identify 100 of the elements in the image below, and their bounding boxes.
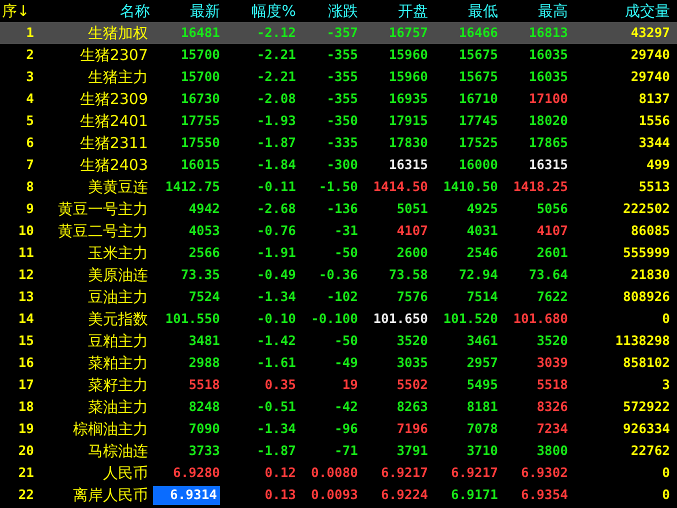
table-cell: 4031 [466,224,498,238]
latest-price: 7524 [188,290,220,304]
table-cell: 72.94 [458,268,498,282]
quote-row[interactable]: 12 美原油连 73.35 -0.49 -0.36 73.58 72.94 73.64 21830 [0,264,677,286]
volume-cell: 3 [662,378,670,392]
latest-price: 8248 [188,400,220,414]
table-cell: 16035 [528,70,568,84]
table-cell: 16035 [528,48,568,62]
instrument-name: 生猪2311 [80,134,149,152]
table-cell: -1.50 [318,180,358,194]
quote-row[interactable]: 1 生猪加权 16481 -2.12 -357 16757 16466 16813 43297 [0,22,677,44]
quote-row[interactable]: 17 菜籽主力 5518 0.35 19 5502 5495 5518 3 [0,374,677,396]
quote-row[interactable]: 20 马棕油连 3733 -1.87 -71 3791 3710 3800 22762 [0,440,677,462]
volume-cell: 0 [662,312,670,326]
quote-row[interactable]: 9 黄豆一号主力 4942 -2.68 -136 5051 4925 5056 222502 [0,198,677,220]
quote-row[interactable]: 19 棕榈油主力 7090 -1.34 -96 7196 7078 7234 926334 [0,418,677,440]
table-cell: 7622 [536,290,568,304]
table-cell: -355 [326,48,358,62]
table-cell: 2546 [466,246,498,260]
table-cell: 8326 [536,400,568,414]
row-number: 5 [26,114,34,128]
quote-row[interactable]: 6 生猪2311 17550 -1.87 -335 17830 17525 17865 3344 [0,132,677,154]
table-cell: -102 [326,290,358,304]
column-header[interactable]: 名称 [120,2,150,20]
table-cell: 101.650 [373,312,428,326]
column-header[interactable]: 幅度% [252,2,296,20]
row-number: 19 [18,422,34,436]
table-cell: 6.9171 [451,488,498,502]
latest-price: 6.9314 [153,486,220,504]
table-cell: 7576 [396,290,428,304]
latest-price: 7090 [188,422,220,436]
instrument-name: 生猪2309 [80,90,149,108]
table-cell: 5518 [536,378,568,392]
table-cell: 15675 [458,48,498,62]
quote-row[interactable]: 10 黄豆二号主力 4053 -0.76 -31 4107 4031 4107 86085 [0,220,677,242]
quote-row[interactable]: 5 生猪2401 17755 -1.93 -350 17915 17745 18020 1556 [0,110,677,132]
table-cell: 5495 [466,378,498,392]
column-header[interactable]: 最新 [190,2,220,20]
quote-row[interactable]: 15 豆粕主力 3481 -1.42 -50 3520 3461 3520 1138298 [0,330,677,352]
latest-price: 5518 [188,378,220,392]
table-cell: 7514 [466,290,498,304]
latest-price: 2988 [188,356,220,370]
table-cell: 17830 [388,136,428,150]
volume-cell: 858102 [623,356,670,370]
column-header[interactable]: 涨跌 [328,2,358,20]
quote-row[interactable]: 3 生猪主力 15700 -2.21 -355 15960 15675 16035 29740 [0,66,677,88]
table-cell: 17915 [388,114,428,128]
table-cell: 5056 [536,202,568,216]
instrument-name: 美元指数 [88,310,149,328]
latest-price: 73.35 [180,268,220,282]
table-cell: -50 [334,246,358,260]
latest-price: 16730 [180,92,220,106]
table-cell: -0.10 [256,312,296,326]
row-number: 1 [26,26,34,40]
quote-row[interactable]: 21 人民币 6.9280 0.12 0.0080 6.9217 6.9217 6.9302 0 [0,462,677,484]
quote-row[interactable]: 4 生猪2309 16730 -2.08 -355 16935 16710 17100 8137 [0,88,677,110]
quote-row[interactable]: 7 生猪2403 16015 -1.84 -300 16315 16000 16315 499 [0,154,677,176]
table-cell: 0.12 [264,466,296,480]
quote-row[interactable]: 13 豆油主力 7524 -1.34 -102 7576 7514 7622 808926 [0,286,677,308]
table-cell: 15675 [458,70,498,84]
table-cell: 18020 [528,114,568,128]
latest-price: 16481 [180,26,220,40]
column-header[interactable]: 最低 [468,2,498,20]
column-header[interactable]: 成交量 [625,2,670,20]
latest-price: 4942 [188,202,220,216]
column-header[interactable]: 最高 [538,2,568,20]
instrument-name: 美黄豆连 [88,178,149,196]
quote-row[interactable]: 22 离岸人民币 6.9314 0.13 0.0093 6.9224 6.9171 6.9354 0 [0,484,677,506]
row-number: 16 [18,356,34,370]
table-cell: 101.520 [443,312,498,326]
volume-cell: 555999 [623,246,670,260]
quote-row[interactable]: 18 菜油主力 8248 -0.51 -42 8263 8181 8326 572922 [0,396,677,418]
quote-row[interactable]: 14 美元指数 101.550 -0.10 -0.100 101.650 101.520 101.680 0 [0,308,677,330]
quote-row[interactable]: 11 玉米主力 2566 -1.91 -50 2600 2546 2601 555999 [0,242,677,264]
table-cell: 0.13 [264,488,296,502]
table-cell: -1.87 [256,136,296,150]
volume-cell: 22762 [630,444,670,458]
column-header[interactable]: 序↓ [0,2,30,20]
quote-row[interactable]: 2 生猪2307 15700 -2.21 -355 15960 15675 16035 29740 [0,44,677,66]
table-cell: 2601 [536,246,568,260]
volume-cell: 499 [646,158,670,172]
table-cell: 3520 [396,334,428,348]
table-cell: 16315 [388,158,428,172]
table-cell: -1.34 [256,290,296,304]
volume-cell: 3344 [638,136,670,150]
table-cell: -96 [334,422,358,436]
column-header[interactable]: 开盘 [398,2,428,20]
table-cell: -31 [334,224,358,238]
quote-row[interactable]: 8 美黄豆连 1412.75 -0.11 -1.50 1414.50 1410.50 1418.25 5513 [0,176,677,198]
table-cell: 0.0093 [311,488,358,502]
table-cell: 2957 [466,356,498,370]
table-cell: -1.93 [256,114,296,128]
table-cell: -0.76 [256,224,296,238]
table-cell: 8263 [396,400,428,414]
table-cell: 6.9217 [381,466,428,480]
instrument-name: 生猪2307 [80,46,149,64]
table-cell: 5051 [396,202,428,216]
quote-row[interactable]: 16 菜粕主力 2988 -1.61 -49 3035 2957 3039 858102 [0,352,677,374]
table-cell: 73.58 [388,268,428,282]
table-cell: -1.61 [256,356,296,370]
